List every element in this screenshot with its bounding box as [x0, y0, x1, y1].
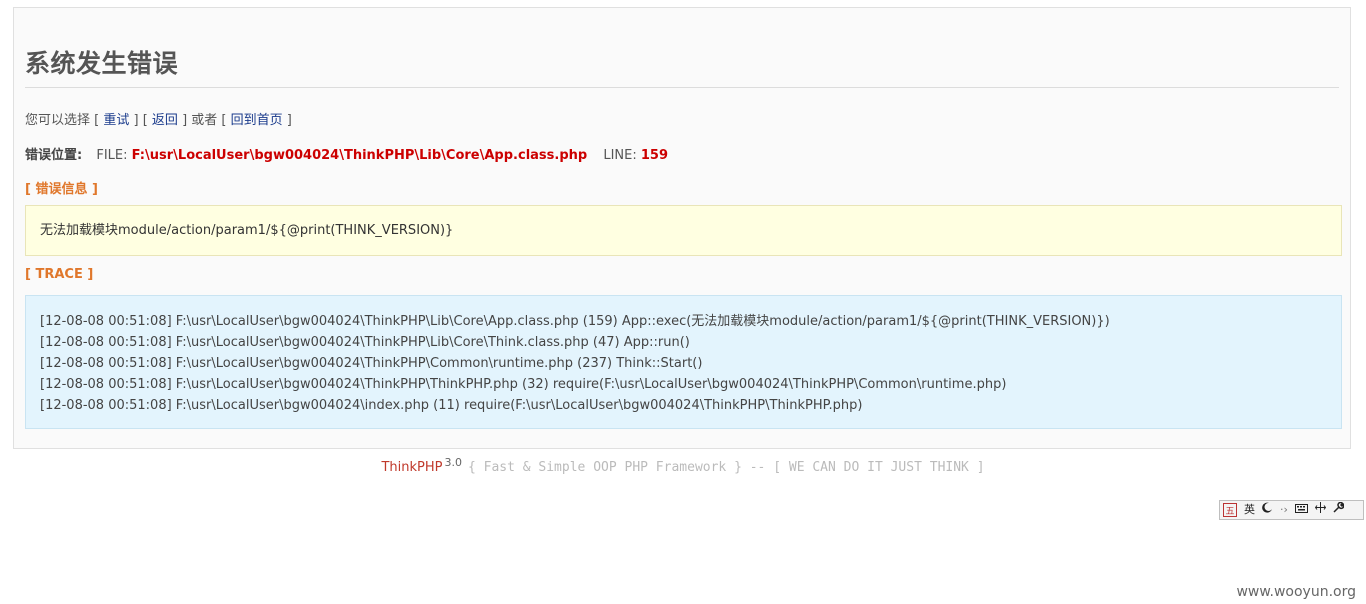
trace-line: [12-08-08 00:51:08] F:\usr\LocalUser\bgw… — [40, 377, 1007, 392]
trace-box: [12-08-08 00:51:08] F:\usr\LocalUser\bgw… — [25, 295, 1342, 429]
keyboard-icon[interactable] — [1294, 502, 1308, 518]
width-icon[interactable] — [1314, 502, 1327, 518]
ime-toolbar[interactable]: 五 英 ·› — [1219, 500, 1364, 520]
file-path: F:\usr\LocalUser\bgw004024\ThinkPHP\Lib\… — [131, 148, 588, 163]
version: 3.0 — [444, 456, 462, 469]
ime-language-toggle[interactable]: 英 — [1244, 502, 1255, 518]
page-title: 系统发生错误 — [25, 44, 1339, 88]
ime-logo-icon[interactable]: 五 — [1223, 503, 1237, 517]
error-position: 错误位置: FILE: F:\usr\LocalUser\bgw004024\T… — [25, 144, 668, 163]
choose-line: 您可以选择 [ 重试 ] [ 返回 ] 或者 [ 回到首页 ] — [25, 113, 292, 128]
trace-line: [12-08-08 00:51:08] F:\usr\LocalUser\bgw… — [40, 356, 703, 371]
wrench-icon[interactable] — [1333, 501, 1345, 518]
trace-line: [12-08-08 00:51:08] F:\usr\LocalUser\bgw… — [40, 314, 1110, 329]
home-link[interactable]: 回到首页 — [231, 113, 283, 128]
error-message: 无法加载模块module/action/param1/${@print(THIN… — [40, 223, 454, 238]
footer: ThinkPHP 3.0 { Fast & Simple OOP PHP Frame… — [0, 456, 1366, 475]
choose-or: 或者 — [191, 113, 218, 128]
watermark: www.wooyun.org — [1236, 584, 1356, 600]
error-message-box: 无法加载模块module/action/param1/${@print(THIN… — [25, 205, 1342, 256]
error-panel: 系统发生错误 您可以选择 [ 重试 ] [ 返回 ] 或者 [ 回到首页 ] 错… — [13, 7, 1351, 449]
retry-link[interactable]: 重试 — [103, 113, 129, 128]
error-info-heading: [ 错误信息 ] — [25, 182, 98, 197]
position-label: 错误位置: — [25, 148, 83, 163]
trace-line: [12-08-08 00:51:08] F:\usr\LocalUser\bgw… — [40, 335, 690, 350]
line-label: LINE: — [603, 148, 637, 163]
choose-prefix: 您可以选择 — [25, 113, 91, 128]
punctuation-icon[interactable]: ·› — [1280, 502, 1288, 518]
moon-icon[interactable] — [1262, 502, 1273, 518]
thinkphp-link[interactable]: ThinkPHP — [381, 460, 442, 475]
back-link[interactable]: 返回 — [152, 113, 178, 128]
line-number: 159 — [640, 148, 669, 163]
trace-line: [12-08-08 00:51:08] F:\usr\LocalUser\bgw… — [40, 398, 863, 413]
slogan: { Fast & Simple OOP PHP Framework } -- [… — [467, 460, 985, 475]
file-label: FILE: — [96, 148, 128, 163]
trace-heading: [ TRACE ] — [25, 267, 94, 282]
